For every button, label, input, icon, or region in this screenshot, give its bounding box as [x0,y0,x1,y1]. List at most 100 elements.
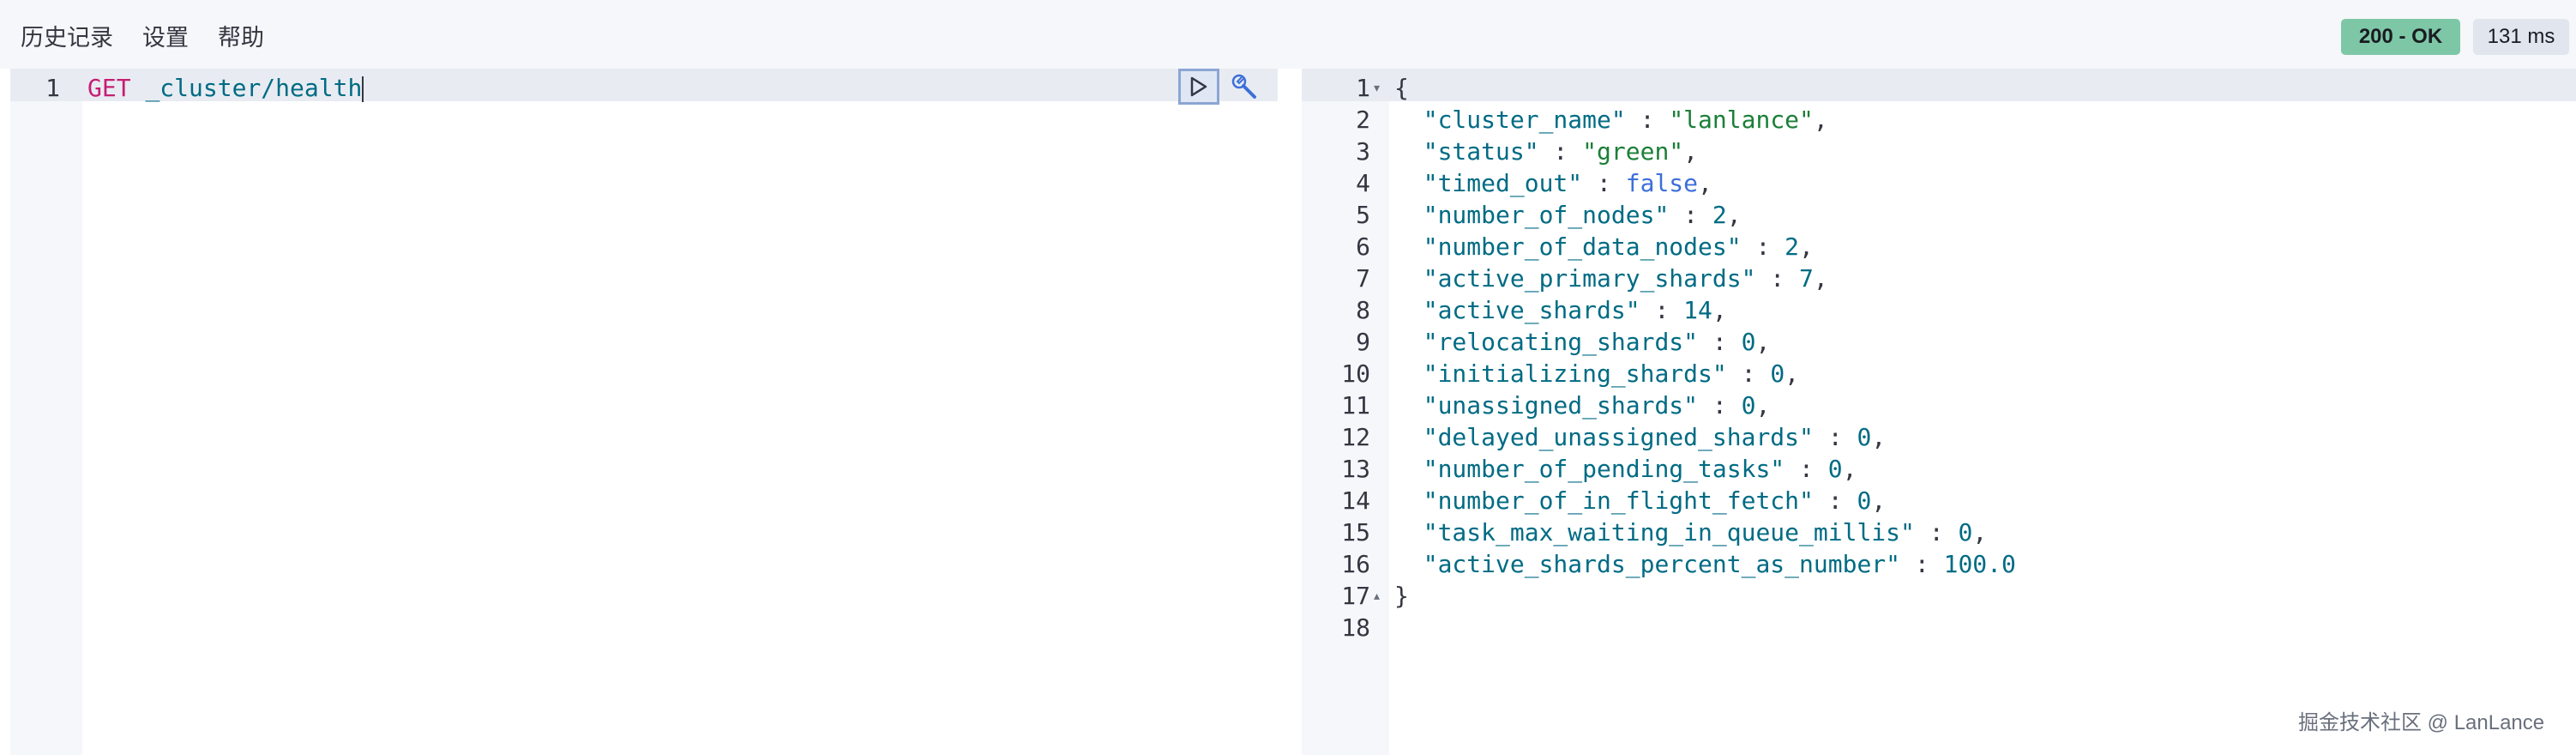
json-key: "delayed_unassigned_shards" [1423,423,1814,451]
json-key: "timed_out" [1423,169,1583,197]
close-brace: } [1394,582,1409,610]
request-editor[interactable]: 1 GET _cluster/health [10,69,1278,755]
json-colon: : [1755,264,1800,293]
json-key: "active_shards_percent_as_number" [1423,550,1901,578]
request-options-button[interactable] [1225,69,1264,105]
code-line: "number_of_nodes" : 2, [1394,199,2016,231]
json-comma: , [1813,264,1828,293]
code-line: "active_primary_shards" : 7, [1394,263,2016,294]
json-comma: , [1799,233,1814,261]
text-cursor [362,76,364,102]
json-value: 0 [1741,391,1756,420]
response-line-number: 15 [1341,518,1370,547]
code-line: "cluster_name" : "lanlance", [1394,104,2016,136]
main-menu: 历史记录 设置 帮助 [21,21,264,55]
menu-help[interactable]: 帮助 [218,21,264,55]
json-comma: , [1813,106,1828,134]
response-line-number: 17 [1341,582,1370,610]
watermark: 掘金技术社区 @ LanLance [2298,711,2545,734]
json-value: 0 [1958,518,1973,547]
code-line: "timed_out" : false, [1394,167,2016,199]
request-line-number: 1 [45,74,60,102]
status-badge: 200 - OK [2341,19,2460,55]
json-key: "number_of_in_flight_fetch" [1423,486,1814,515]
json-colon: : [1640,296,1684,324]
json-colon: : [1914,518,1959,547]
response-line-number: 16 [1341,550,1370,578]
response-line-number: 5 [1356,201,1370,229]
json-comma: , [1683,137,1699,166]
open-brace: { [1394,74,1409,102]
code-line: { [1394,72,2016,104]
json-key: "cluster_name" [1423,106,1626,134]
json-comma: , [1755,328,1771,356]
code-line: "number_of_in_flight_fetch" : 0, [1394,485,2016,516]
response-line-number: 12 [1341,423,1370,451]
json-colon: : [1900,550,1944,578]
menu-settings[interactable]: 设置 [142,21,189,55]
json-colon: : [1582,169,1626,197]
response-line-number: 10 [1341,359,1370,388]
request-path: _cluster/health [145,74,363,102]
code-line: "relocating_shards" : 0, [1394,326,2016,358]
json-colon: : [1785,455,1828,483]
json-comma: , [1712,296,1727,324]
json-value: false [1625,169,1699,197]
code-line: "unassigned_shards" : 0, [1394,390,2016,421]
json-colon: : [1813,486,1857,515]
json-comma: , [1755,391,1771,420]
code-line: "task_max_waiting_in_queue_millis" : 0, [1394,516,2016,548]
response-line-number: 8 [1356,296,1370,324]
json-colon: : [1669,201,1712,229]
response-line-number: 1 [1356,74,1370,102]
json-value: 0 [1770,359,1785,388]
json-key: "status" [1423,137,1539,166]
json-value: 100.0 [1943,550,2016,578]
request-time-badge: 131 ms [2473,19,2569,55]
json-key: "number_of_data_nodes" [1423,233,1742,261]
json-value: 14 [1683,296,1712,324]
json-comma: , [1785,359,1800,388]
fold-close-icon[interactable]: ▴ [1374,589,1380,603]
json-key: "active_shards" [1423,296,1640,324]
json-key: "number_of_nodes" [1423,201,1670,229]
json-value: "lanlance" [1669,106,1814,134]
json-key: "unassigned_shards" [1423,391,1699,420]
json-colon: : [1813,423,1857,451]
json-key: "initializing_shards" [1423,359,1727,388]
response-viewer[interactable]: 1 2 3 4 5 6 7 8 9 10 11 12 13 14 15 16 17 18 ▾ ▴ { "clust… [1302,69,2576,755]
json-colon: : [1625,106,1670,134]
code-line: "active_shards_percent_as_number" : 100.… [1394,548,2016,580]
json-colon: : [1726,359,1771,388]
response-line-number: 14 [1341,486,1370,515]
fold-open-icon[interactable]: ▾ [1374,81,1380,95]
request-code[interactable]: GET _cluster/health [87,72,364,104]
code-line: } [1394,580,2016,612]
json-colon: : [1698,391,1742,420]
response-line-number: 2 [1356,106,1370,134]
response-line-number: 11 [1341,391,1370,420]
wrench-icon [1231,74,1256,99]
json-value: 0 [1857,486,1872,515]
play-icon [1190,76,1207,97]
json-value: 0 [1741,328,1756,356]
response-line-number: 9 [1356,328,1370,356]
json-value: 0 [1827,455,1843,483]
menu-history[interactable]: 历史记录 [21,21,113,55]
json-key: "number_of_pending_tasks" [1423,455,1785,483]
response-line-number: 3 [1356,137,1370,166]
code-line: "initializing_shards" : 0, [1394,358,2016,390]
json-colon: : [1538,137,1583,166]
json-comma: , [1871,486,1887,515]
json-comma: , [1726,201,1742,229]
json-value: 0 [1857,423,1872,451]
json-key: "active_primary_shards" [1423,264,1756,293]
json-key: "relocating_shards" [1423,328,1699,356]
json-comma: , [1871,423,1887,451]
json-key: "task_max_waiting_in_queue_millis" [1423,518,1915,547]
json-value: 2 [1785,233,1800,261]
request-actions [1178,69,1264,105]
run-request-button[interactable] [1178,69,1219,105]
code-line: "number_of_data_nodes" : 2, [1394,231,2016,263]
request-gutter [10,69,82,755]
